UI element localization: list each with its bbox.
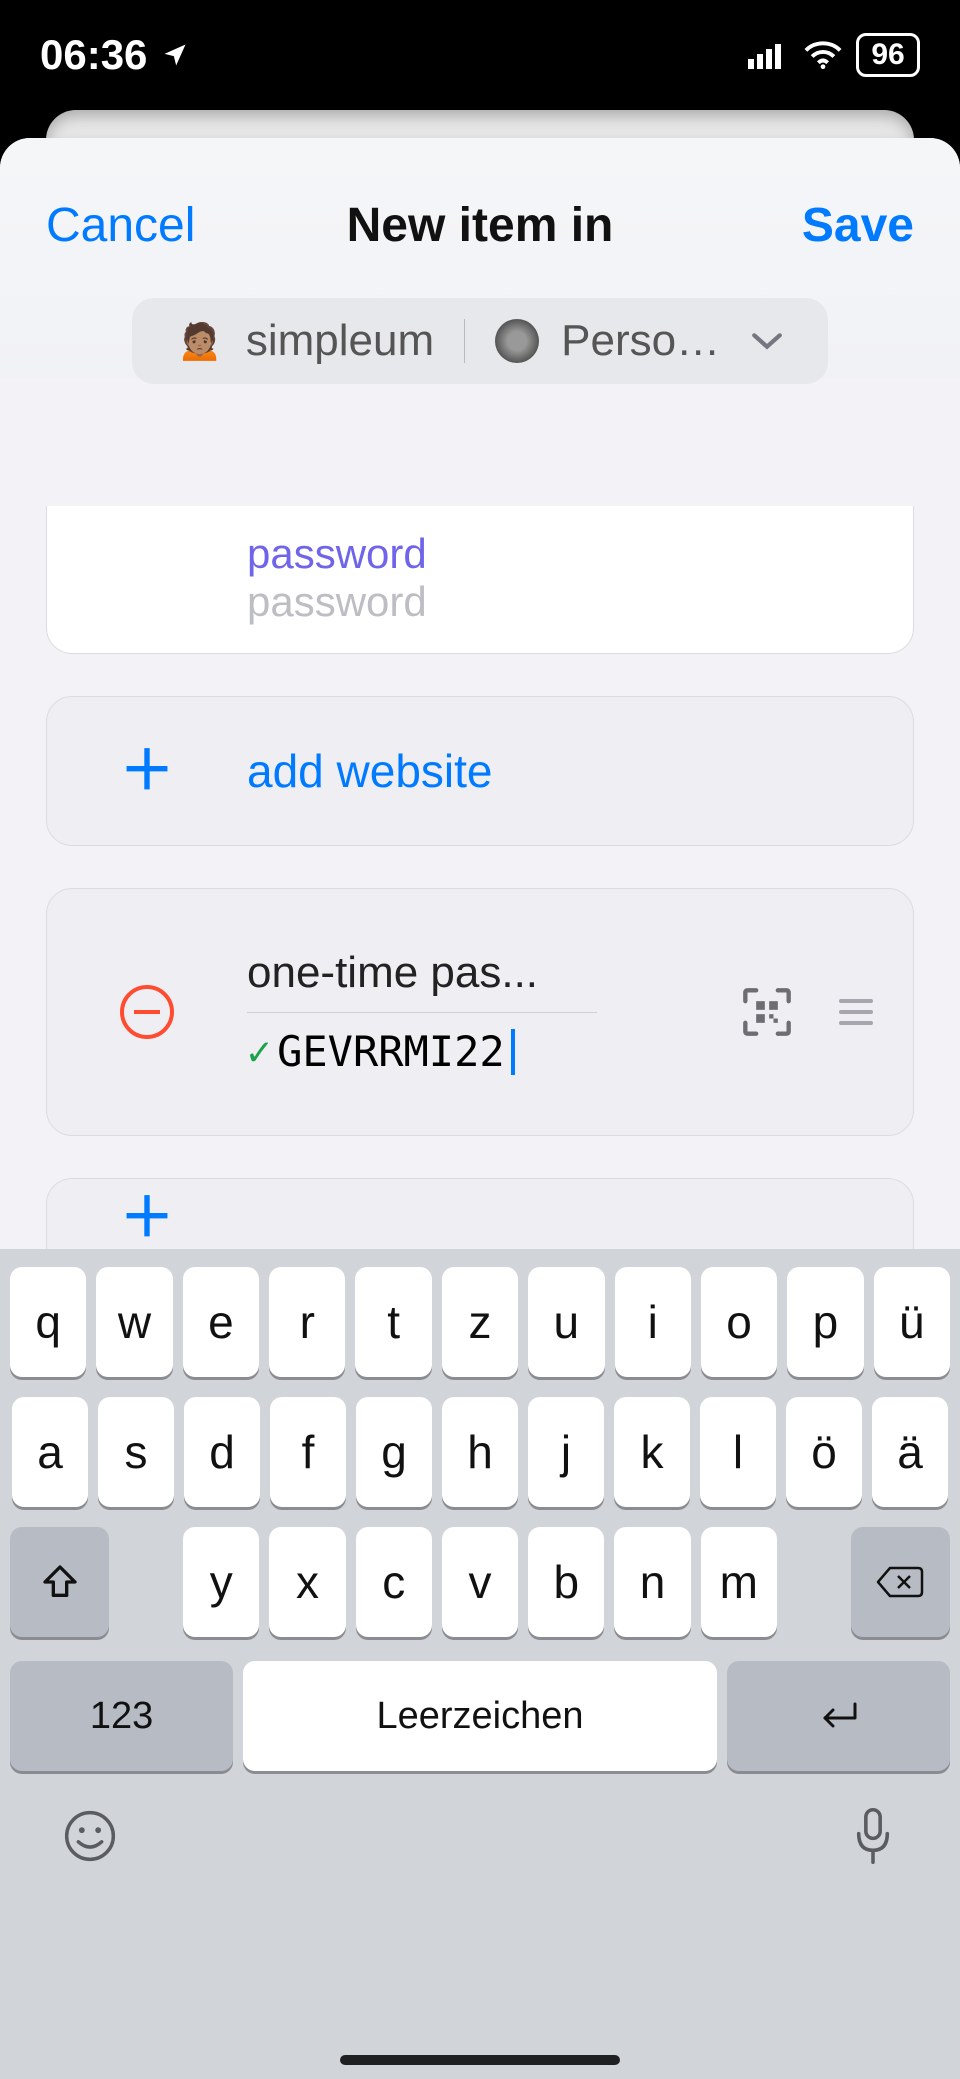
reorder-handle[interactable]	[839, 999, 873, 1025]
handle-line	[839, 1021, 873, 1025]
key-y[interactable]: y	[183, 1527, 259, 1637]
vault-selector[interactable]: 🙍🏽 simpleum Perso…	[132, 298, 828, 384]
vault-name: Perso…	[561, 316, 720, 366]
key-f[interactable]: f	[270, 1397, 346, 1507]
scan-qr-button[interactable]	[741, 986, 793, 1038]
key-v[interactable]: v	[442, 1527, 518, 1637]
nav-bar: Cancel New item in Save 🙍🏽 simpleum Pers…	[0, 138, 960, 378]
modal-sheet: Cancel New item in Save 🙍🏽 simpleum Pers…	[0, 138, 960, 2079]
key-shift[interactable]	[10, 1527, 109, 1637]
handle-line	[839, 1010, 873, 1014]
key-m[interactable]: m	[701, 1527, 777, 1637]
key-j[interactable]: j	[528, 1397, 604, 1507]
key-delete[interactable]	[851, 1527, 950, 1637]
key-x[interactable]: x	[269, 1527, 345, 1637]
remove-button[interactable]	[120, 985, 174, 1039]
vault-icon	[495, 319, 539, 363]
key-numbers[interactable]: 123	[10, 1661, 233, 1771]
cellular-icon	[748, 41, 790, 69]
emoji-button[interactable]	[62, 1808, 118, 1864]
add-website-label: add website	[247, 744, 493, 798]
key-g[interactable]: g	[356, 1397, 432, 1507]
status-left: 06:36	[40, 31, 189, 79]
key-o[interactable]: o	[701, 1267, 777, 1377]
key-t[interactable]: t	[355, 1267, 431, 1377]
keyboard-row-3: y x c v b n m	[10, 1527, 950, 1637]
add-icon-wrap: ＋	[47, 744, 247, 798]
status-right: 96	[748, 33, 920, 77]
keyboard-footer	[8, 1777, 952, 1895]
clock: 06:36	[40, 31, 147, 79]
key-return[interactable]	[727, 1661, 950, 1771]
key-s[interactable]: s	[98, 1397, 174, 1507]
field-divider	[247, 1012, 597, 1013]
key-p[interactable]: p	[787, 1267, 863, 1377]
otp-input[interactable]: ✓ GEVRRMI22	[247, 1027, 693, 1076]
otp-field-row[interactable]: one-time pas... ✓ GEVRRMI22	[46, 888, 914, 1136]
keyboard-row-4: 123 Leerzeichen	[10, 1661, 950, 1771]
keyboard: q w e r t z u i o p ü a s d f g h j k	[0, 1249, 960, 2079]
dictation-button[interactable]	[848, 1805, 898, 1867]
key-r[interactable]: r	[269, 1267, 345, 1377]
handle-line	[839, 999, 873, 1003]
vault-user: simpleum	[246, 316, 434, 366]
key-l[interactable]: l	[700, 1397, 776, 1507]
key-a[interactable]: a	[12, 1397, 88, 1507]
home-indicator[interactable]	[340, 2055, 620, 2065]
key-n[interactable]: n	[614, 1527, 690, 1637]
save-button[interactable]: Save	[802, 198, 914, 253]
user-avatar-icon: 🙍🏽	[176, 317, 224, 365]
add-more-row[interactable]: ＋	[46, 1178, 914, 1256]
key-k[interactable]: k	[614, 1397, 690, 1507]
keyboard-row-2: a s d f g h j k l ö ä	[10, 1397, 950, 1507]
key-space[interactable]: Leerzeichen	[243, 1661, 717, 1771]
key-e[interactable]: e	[183, 1267, 259, 1377]
otp-label: one-time pas...	[247, 948, 597, 998]
text-caret	[511, 1029, 515, 1075]
battery-icon: 96	[856, 33, 920, 77]
minus-icon	[134, 1010, 160, 1014]
key-w[interactable]: w	[96, 1267, 172, 1377]
status-bar: 06:36 96	[0, 0, 960, 110]
key-ue[interactable]: ü	[874, 1267, 950, 1377]
add-icon-wrap: ＋	[47, 1191, 247, 1245]
plus-icon: ＋	[120, 744, 174, 798]
key-oe[interactable]: ö	[786, 1397, 862, 1507]
separator	[464, 319, 465, 363]
key-q[interactable]: q	[10, 1267, 86, 1377]
password-label: password	[247, 530, 873, 578]
key-i[interactable]: i	[615, 1267, 691, 1377]
otp-value-text: GEVRRMI22	[277, 1027, 505, 1076]
key-ae[interactable]: ä	[872, 1397, 948, 1507]
location-icon	[161, 41, 189, 69]
password-input[interactable]: password	[247, 578, 873, 626]
key-c[interactable]: c	[356, 1527, 432, 1637]
check-icon: ✓	[247, 1029, 271, 1075]
key-h[interactable]: h	[442, 1397, 518, 1507]
keyboard-row-1: q w e r t z u i o p ü	[10, 1267, 950, 1377]
plus-icon: ＋	[120, 1191, 174, 1245]
chevron-down-icon	[750, 330, 784, 352]
password-field-row[interactable]: password password	[46, 506, 914, 654]
key-u[interactable]: u	[528, 1267, 604, 1377]
background-card-peek	[46, 110, 914, 140]
key-d[interactable]: d	[184, 1397, 260, 1507]
wifi-icon	[804, 41, 842, 69]
key-z[interactable]: z	[442, 1267, 518, 1377]
key-b[interactable]: b	[528, 1527, 604, 1637]
add-website-row[interactable]: ＋ add website	[46, 696, 914, 846]
